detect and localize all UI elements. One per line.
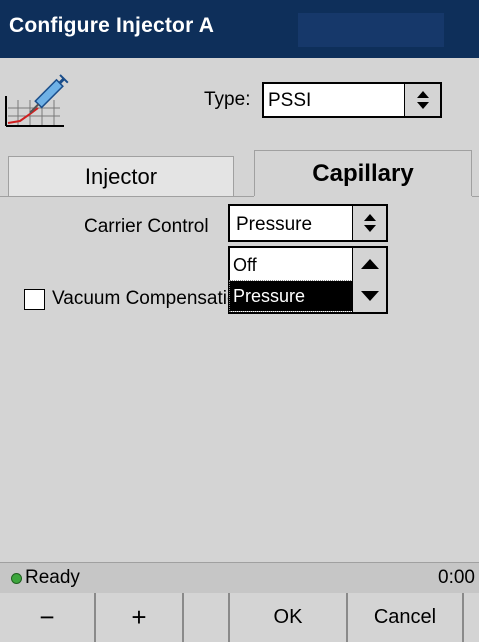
plus-button[interactable]: + xyxy=(96,593,184,642)
type-value: PSSI xyxy=(268,90,312,111)
title-bar: Configure Injector A xyxy=(0,0,479,58)
scroll-up-icon[interactable] xyxy=(353,248,386,280)
carrier-control-label: Carrier Control xyxy=(84,216,209,237)
status-time: 0:00 xyxy=(438,567,475,588)
dropdown-option-pressure[interactable]: Pressure xyxy=(229,280,353,312)
updown-arrow-icon[interactable] xyxy=(404,84,440,116)
status-indicator-icon xyxy=(11,573,22,584)
cancel-button[interactable]: Cancel xyxy=(348,593,464,642)
minus-button[interactable]: − xyxy=(0,593,96,642)
carrier-control-dropdown: Off Pressure xyxy=(228,246,388,314)
dropdown-scrollbar[interactable] xyxy=(352,248,386,312)
window-title: Configure Injector A xyxy=(9,14,215,37)
carrier-control-select[interactable]: Pressure xyxy=(228,204,388,242)
dropdown-option-off[interactable]: Off xyxy=(230,250,352,280)
title-bar-field xyxy=(298,13,444,47)
button-spacer xyxy=(184,593,230,642)
button-bar: − + OK Cancel xyxy=(0,593,479,642)
carrier-control-value: Pressure xyxy=(236,214,313,235)
tab-injector[interactable]: Injector xyxy=(8,156,234,196)
updown-arrow-icon[interactable] xyxy=(352,206,386,240)
scroll-down-icon[interactable] xyxy=(353,280,386,312)
tab-capillary[interactable]: Capillary xyxy=(254,150,472,196)
tab-divider xyxy=(0,196,254,197)
type-label: Type: xyxy=(204,89,251,110)
status-text: Ready xyxy=(25,567,80,588)
vacuum-compensation-checkbox[interactable] xyxy=(24,289,45,310)
type-select[interactable]: PSSI xyxy=(262,82,442,118)
vacuum-compensation-label: Vacuum Compensation xyxy=(52,288,228,309)
syringe-chart-icon[interactable] xyxy=(4,74,70,128)
status-bar: Ready 0:00 xyxy=(0,562,479,593)
tab-divider xyxy=(472,196,479,197)
ok-button[interactable]: OK xyxy=(230,593,348,642)
